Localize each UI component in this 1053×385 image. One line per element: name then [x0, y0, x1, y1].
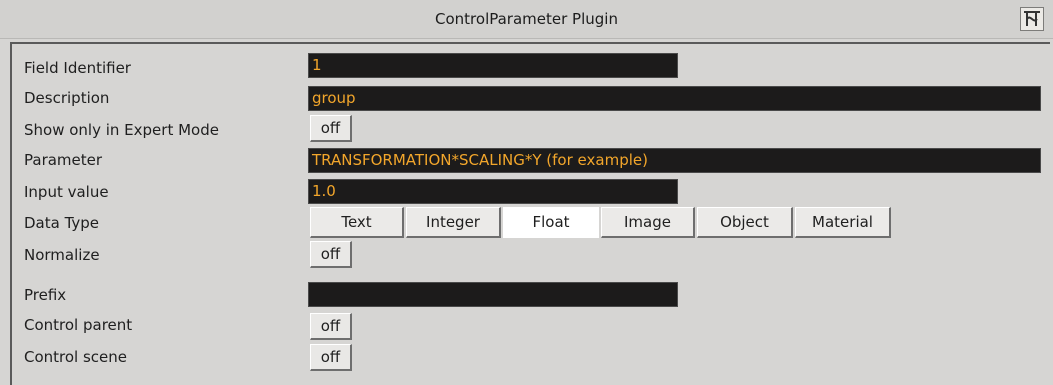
control-parent-label: Control parent: [24, 316, 133, 334]
prefix-input[interactable]: [308, 282, 678, 307]
control-scene-label: Control scene: [24, 348, 128, 366]
parameter-input[interactable]: TRANSFORMATION*SCALING*Y (for example): [308, 148, 1041, 173]
expert-mode-toggle[interactable]: off: [310, 115, 352, 142]
field-identifier-label: Field Identifier: [24, 59, 131, 77]
data-type-option-float[interactable]: Float: [503, 207, 599, 238]
data-type-option-text[interactable]: Text: [310, 207, 404, 238]
data-type-label: Data Type: [24, 214, 100, 232]
field-identifier-input[interactable]: 1: [308, 53, 678, 78]
normalize-label: Normalize: [24, 246, 100, 264]
input-value-input[interactable]: 1.0: [308, 179, 678, 204]
window-title: ControlParameter Plugin: [435, 10, 618, 28]
vizrt-logo-icon[interactable]: [1020, 7, 1044, 31]
expert-mode-label: Show only in Expert Mode: [24, 121, 219, 139]
data-type-option-integer[interactable]: Integer: [406, 207, 501, 238]
input-value-label: Input value: [24, 183, 109, 201]
control-parent-toggle[interactable]: off: [310, 313, 352, 340]
data-type-option-image[interactable]: Image: [601, 207, 695, 238]
prefix-label: Prefix: [24, 286, 67, 304]
description-input[interactable]: group: [308, 86, 1041, 111]
title-bar: ControlParameter Plugin: [0, 0, 1053, 39]
normalize-toggle[interactable]: off: [310, 241, 352, 268]
description-label: Description: [24, 89, 110, 107]
data-type-option-material[interactable]: Material: [795, 207, 891, 238]
data-type-option-object[interactable]: Object: [697, 207, 793, 238]
parameter-label: Parameter: [24, 151, 103, 169]
control-scene-toggle[interactable]: off: [310, 344, 352, 371]
